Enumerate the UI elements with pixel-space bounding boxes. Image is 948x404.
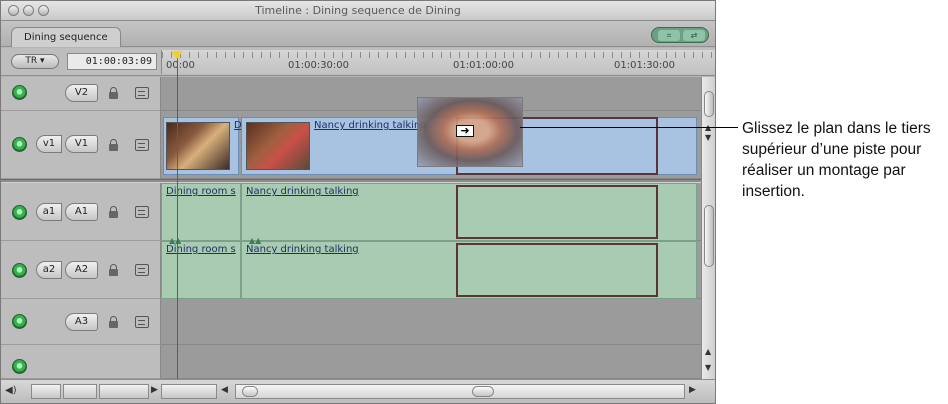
insert-drop-target xyxy=(456,185,658,239)
ruler-label-0: 00:00 xyxy=(166,60,195,71)
horizontal-scrollbar[interactable] xyxy=(235,384,685,399)
track-lane-a4[interactable] xyxy=(161,345,701,379)
ruler-label-3: 01:01:30:00 xyxy=(614,60,676,71)
source-control-a2[interactable]: a2 xyxy=(36,261,62,279)
track-lane-a3[interactable] xyxy=(161,299,701,345)
time-ruler[interactable]: 00:00 01:00:30:00 01:01:00:00 01:01:30:0… xyxy=(161,50,716,74)
ruler-ticks xyxy=(162,52,716,58)
lock-icon[interactable] xyxy=(109,87,118,99)
track-audibility-a2[interactable] xyxy=(12,263,27,278)
insert-drop-target xyxy=(456,243,658,297)
auto-select-icon[interactable] xyxy=(135,316,149,328)
auto-select-icon[interactable] xyxy=(135,139,149,151)
clip-label: Nancy drinking talking xyxy=(314,120,427,131)
playhead-handle[interactable] xyxy=(171,51,183,59)
track-audibility-a4[interactable] xyxy=(12,359,27,374)
scroll-thumb[interactable] xyxy=(472,386,494,397)
dest-control-a3[interactable]: A3 xyxy=(65,313,98,331)
insert-arrow-icon: ➜ xyxy=(456,125,474,137)
snapping-icon[interactable]: ⇄ xyxy=(683,30,705,41)
rt-menu-button[interactable]: TR ▾ xyxy=(11,54,59,69)
callout-leader-line xyxy=(520,127,738,128)
track-audibility-a1[interactable] xyxy=(12,205,27,220)
track-lane-a2[interactable]: Dining room s Nancy drinking talking xyxy=(161,241,701,299)
timeline-window: Timeline : Dining sequence de Dining Din… xyxy=(0,0,716,404)
dest-control-a2[interactable]: A2 xyxy=(65,261,98,279)
clip-label: Nancy drinking talking xyxy=(246,244,359,255)
track-height-control[interactable] xyxy=(99,384,149,399)
audio-link-marker: ▲▲ xyxy=(249,236,262,245)
track-visibility-v2[interactable] xyxy=(12,85,27,100)
keyframe-toggle-icon[interactable] xyxy=(63,384,97,399)
auto-select-icon[interactable] xyxy=(135,87,149,99)
track-header-a1: a1 A1 xyxy=(1,183,161,241)
current-timecode-field[interactable]: 01:00:03:09 xyxy=(67,53,157,70)
callout-text: Glissez le plan dans le tiers supérieur … xyxy=(742,120,931,200)
title-bar: Timeline : Dining sequence de Dining xyxy=(1,1,715,21)
vertical-scrollbar[interactable]: ▲ ▼ ▲ ▼ xyxy=(701,77,715,381)
timeline-bottom-bar: ◀︎) ▶ ◀ ▶ xyxy=(1,379,715,403)
audio-clip-dining-room[interactable]: Dining room s xyxy=(161,241,241,299)
dest-control-v1[interactable]: V1 xyxy=(65,135,98,153)
track-header-a4 xyxy=(1,345,161,379)
lock-icon[interactable] xyxy=(109,264,118,276)
track-header-v1: v1 V1 xyxy=(1,111,161,179)
linking-icon[interactable]: ⌗ xyxy=(658,30,680,41)
track-visibility-v1[interactable] xyxy=(12,137,27,152)
tab-row: Dining sequence ⌗ ⇄ xyxy=(1,21,715,47)
track-header-v2: V2 xyxy=(1,77,161,111)
lock-icon[interactable] xyxy=(109,206,118,218)
clip-label: Nancy drinking talking xyxy=(246,186,359,197)
ruler-label-1: 01:00:30:00 xyxy=(288,60,350,71)
zoom-slider[interactable] xyxy=(161,384,217,399)
track-header-a3: A3 xyxy=(1,299,161,345)
track-lane-a1[interactable]: Dining room s Nancy drinking talking xyxy=(161,183,701,241)
dest-control-a1[interactable]: A1 xyxy=(65,203,98,221)
scroll-up-arrow-icon[interactable]: ▲ xyxy=(705,347,711,356)
scroll-left-arrow-icon[interactable]: ◀ xyxy=(221,385,228,395)
audio-clip-dining-room[interactable]: Dining room s xyxy=(161,183,241,241)
ruler-label-2: 01:01:00:00 xyxy=(453,60,515,71)
track-layout-menu-icon[interactable]: ▶ xyxy=(151,385,158,395)
audio-scroll-thumb[interactable] xyxy=(704,205,714,267)
lock-icon[interactable] xyxy=(109,139,118,151)
window-title: Timeline : Dining sequence de Dining xyxy=(255,4,461,17)
source-control-a1[interactable]: a1 xyxy=(36,203,62,221)
auto-select-icon[interactable] xyxy=(135,206,149,218)
snapping-linking-controls: ⌗ ⇄ xyxy=(651,27,709,43)
lock-icon[interactable] xyxy=(109,316,118,328)
playhead[interactable] xyxy=(177,53,178,381)
clip-overlays-button[interactable] xyxy=(31,384,61,399)
scroll-right-arrow-icon[interactable]: ▶ xyxy=(689,385,696,395)
dest-control-v2[interactable]: V2 xyxy=(65,84,98,102)
scroll-down-arrow-icon[interactable]: ▼ xyxy=(705,133,711,142)
track-header-a2: a2 A2 xyxy=(1,241,161,299)
track-audibility-a3[interactable] xyxy=(12,314,27,329)
auto-select-icon[interactable] xyxy=(135,264,149,276)
scroll-down-arrow-icon[interactable]: ▼ xyxy=(705,363,711,372)
clip-thumbnail xyxy=(246,122,310,170)
video-scroll-thumb[interactable] xyxy=(704,91,714,117)
ruler-row: TR ▾ 01:00:03:09 00:00 01:00:30:00 01:01… xyxy=(1,48,716,76)
zoom-left-handle[interactable] xyxy=(242,386,258,397)
tab-dining-sequence[interactable]: Dining sequence xyxy=(11,27,121,47)
source-control-v1[interactable]: v1 xyxy=(36,135,62,153)
clip-thumbnail xyxy=(166,122,230,170)
video-clip-dining-room[interactable]: D xyxy=(163,117,242,175)
audio-waveform-toggle-icon[interactable]: ◀︎) xyxy=(5,385,17,396)
